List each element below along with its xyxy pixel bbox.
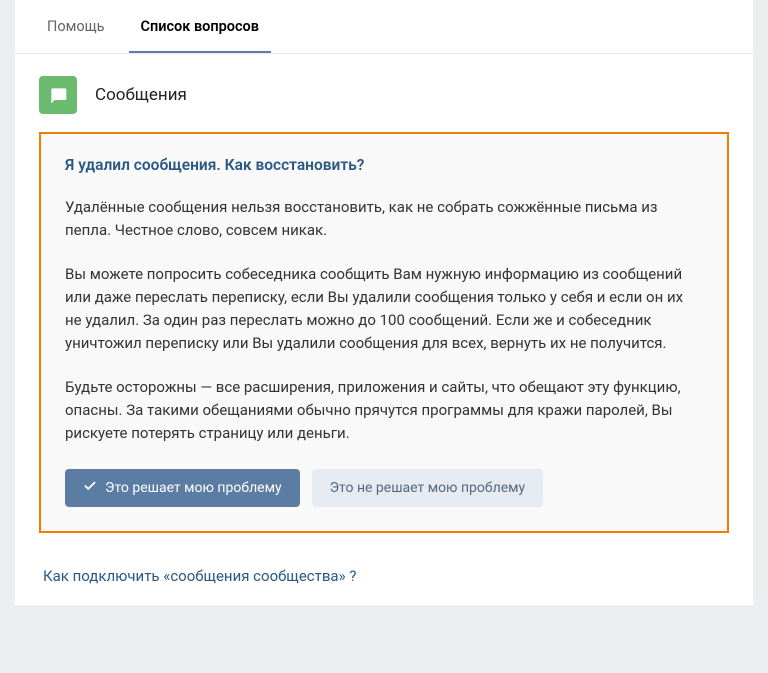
check-icon (83, 479, 97, 497)
messages-icon (39, 76, 77, 114)
button-row: Это решает мою проблему Это не решает мо… (65, 469, 703, 507)
tab-questions[interactable]: Список вопросов (129, 0, 271, 53)
answer-paragraph: Будьте осторожны — все расширения, прило… (65, 376, 703, 446)
answer-paragraph: Вы можете попросить собеседника сообщить… (65, 263, 703, 356)
related-question-link[interactable]: Как подключить «сообщения сообщества» ? (15, 553, 753, 605)
tabs-bar: Помощь Список вопросов (15, 0, 753, 54)
not-solves-button[interactable]: Это не решает мою проблему (312, 469, 544, 507)
section-title: Сообщения (95, 85, 187, 105)
answer-text: Удалённые сообщения нельзя восстановить,… (65, 196, 703, 445)
answer-paragraph: Удалённые сообщения нельзя восстановить,… (65, 196, 703, 243)
solves-button[interactable]: Это решает мою проблему (65, 469, 300, 507)
question-box: Я удалил сообщения. Как восстановить? Уд… (39, 132, 729, 533)
not-solves-button-label: Это не решает мою проблему (330, 480, 526, 496)
question-title: Я удалил сообщения. Как восстановить? (65, 156, 703, 174)
main-container: Помощь Список вопросов Сообщения Я удали… (15, 0, 753, 605)
section-header: Сообщения (15, 54, 753, 132)
tab-help[interactable]: Помощь (35, 0, 117, 53)
solves-button-label: Это решает мою проблему (105, 480, 282, 496)
